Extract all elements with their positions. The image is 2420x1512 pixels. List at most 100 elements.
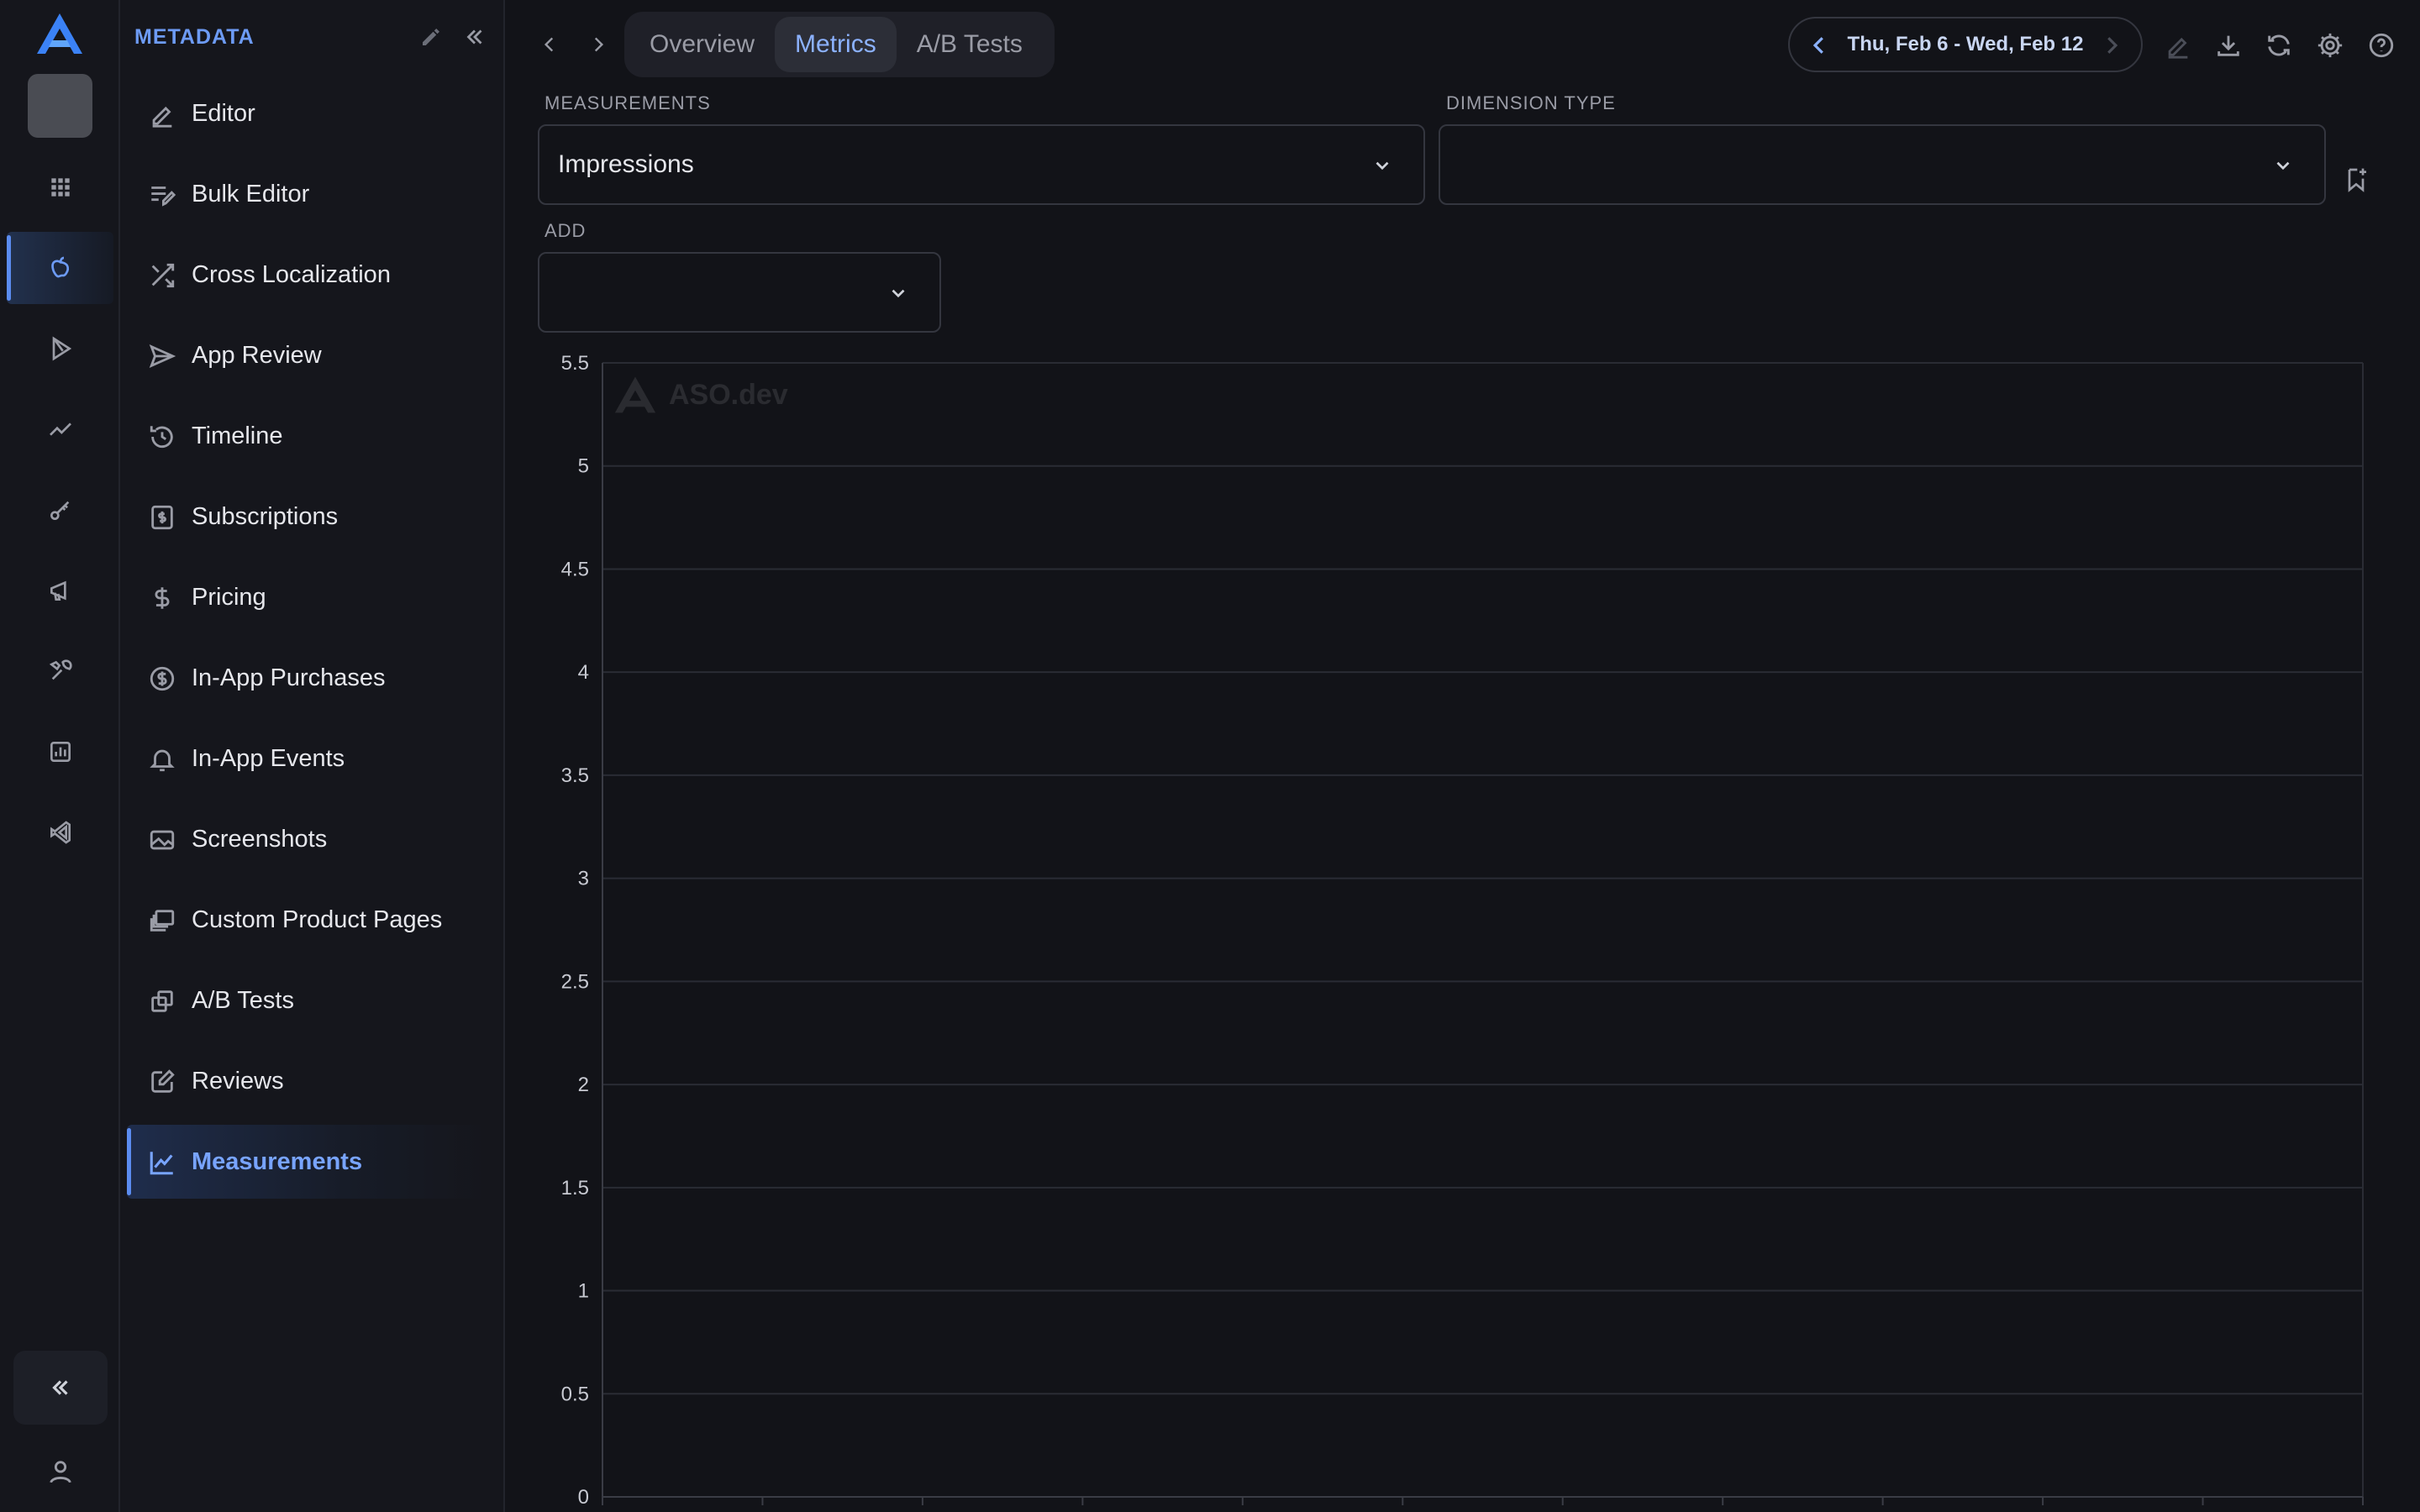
y-tick-label: 0.5 (561, 1383, 589, 1405)
apple-icon[interactable] (7, 232, 113, 304)
measurements-value: Impressions (558, 150, 694, 178)
receipt-dollar-icon (151, 505, 173, 530)
y-tick-label: 1 (578, 1280, 589, 1303)
user-icon[interactable] (34, 1448, 87, 1495)
download-icon[interactable] (2210, 27, 2247, 64)
grid-icon[interactable] (7, 151, 113, 223)
coin-icon (150, 666, 175, 691)
sidebar-item-in-app-events[interactable]: In-App Events (127, 722, 488, 795)
tools-icon[interactable] (7, 635, 113, 707)
app-avatar[interactable] (28, 74, 92, 138)
y-tick-label: 3 (578, 868, 589, 890)
sidebar-item-label: Custom Product Pages (192, 906, 443, 933)
sidebar-item-label: In-App Events (192, 745, 345, 772)
watermark: ASO.dev (612, 374, 788, 416)
sidebar-item-editor[interactable]: Editor (127, 76, 488, 150)
watermark-text: ASO.dev (669, 378, 788, 411)
sidebar-item-custom-product-pages[interactable]: Custom Product Pages (127, 883, 488, 957)
y-tick-label: 1.5 (561, 1177, 589, 1200)
sidebar-item-bulk-editor[interactable]: Bulk Editor (127, 157, 488, 231)
copy-icon (151, 990, 173, 1012)
double-chevron-left-icon (52, 1380, 68, 1395)
image-icon (150, 830, 175, 850)
megaphone-icon[interactable] (7, 554, 113, 627)
chevron-down-icon (1376, 161, 1389, 171)
sidebar-item-label: Timeline (192, 423, 283, 449)
sidebar-item-label: Screenshots (192, 826, 328, 853)
sidebar-item-label: Subscriptions (192, 503, 339, 530)
rail-collapse-button[interactable] (13, 1351, 108, 1425)
collapse-sidebar-icon[interactable] (456, 18, 493, 55)
pencil-icon (152, 106, 172, 128)
list-edit-icon (151, 186, 176, 207)
line-chart-icon (150, 1152, 173, 1175)
tab-bar: Overview Metrics A/B Tests (624, 12, 1055, 77)
history-icon (150, 426, 173, 449)
y-tick-label: 0 (578, 1486, 589, 1509)
sidebar-item-screenshots[interactable]: Screenshots (127, 802, 488, 876)
sidebar-item-label: App Review (192, 342, 322, 369)
measurements-chart: 0 0.5 1 1.5 2 2.5 3 3.5 4 4.5 5 5.5 (561, 353, 2364, 1509)
tab-metrics[interactable]: Metrics (775, 17, 897, 72)
icon-rail (0, 0, 120, 1512)
sidebar-item-label: Cross Localization (192, 261, 391, 288)
refresh-icon[interactable] (2260, 27, 2297, 64)
chevron-left-icon (544, 37, 554, 52)
chevron-down-icon (2276, 161, 2290, 171)
pencil-icon[interactable] (413, 18, 450, 55)
bookmark-add-icon[interactable] (2338, 161, 2375, 198)
sidebar-item-subscriptions[interactable]: Subscriptions (127, 480, 488, 554)
edit-note-icon (151, 1069, 175, 1093)
back-button[interactable] (531, 24, 568, 66)
sidebar-item-in-app-purchases[interactable]: In-App Purchases (127, 641, 488, 715)
tab-overview[interactable]: Overview (629, 17, 775, 72)
watermark-logo-icon (614, 376, 656, 413)
dimension-type-select[interactable] (1439, 124, 2326, 205)
y-tick-label: 3.5 (561, 764, 589, 787)
sidebar-item-cross-localization[interactable]: Cross Localization (127, 238, 488, 312)
trend-icon[interactable] (7, 393, 113, 465)
sidebar-item-measurements[interactable]: Measurements (127, 1125, 488, 1199)
add-select[interactable] (538, 252, 941, 333)
y-tick-label: 5.5 (561, 353, 589, 375)
edit-icon[interactable] (2160, 27, 2196, 64)
add-label: ADD (544, 220, 587, 241)
sidebar-item-label: Editor (192, 100, 255, 127)
sidebar-item-label: A/B Tests (192, 987, 294, 1014)
vscode-icon[interactable] (7, 796, 113, 869)
y-tick-label: 2 (578, 1074, 589, 1096)
bar-chart-icon[interactable] (7, 716, 113, 788)
y-tick-label: 4.5 (561, 558, 589, 580)
gear-icon[interactable] (2312, 27, 2349, 64)
chevron-right-icon[interactable] (2099, 33, 2124, 58)
app-logo-icon[interactable] (34, 10, 86, 57)
date-range-label: Thu, Feb 6 - Wed, Feb 12 (1847, 33, 2084, 55)
sidebar-title: METADATA (134, 24, 255, 49)
play-store-icon[interactable] (7, 312, 113, 385)
sidebar-item-ab-tests[interactable]: A/B Tests (127, 963, 488, 1037)
bell-icon (150, 749, 175, 772)
sidebar-item-label: Reviews (192, 1068, 284, 1095)
metadata-sidebar: METADATA Editor Bulk Editor Cross Locali… (120, 0, 505, 1512)
key-icon[interactable] (7, 474, 113, 546)
sidebar-header: METADATA (134, 18, 493, 55)
chevron-down-icon (892, 289, 905, 298)
shuffle-icon (151, 263, 175, 288)
sidebar-item-label: Bulk Editor (192, 181, 310, 207)
sidebar-item-label: Measurements (192, 1148, 363, 1175)
dimension-type-label: DIMENSION TYPE (1446, 92, 1616, 113)
sidebar-item-app-review[interactable]: App Review (127, 318, 488, 392)
date-range-picker[interactable]: Thu, Feb 6 - Wed, Feb 12 (1788, 17, 2143, 72)
tab-ab-tests[interactable]: A/B Tests (897, 17, 1043, 72)
sidebar-item-reviews[interactable]: Reviews (127, 1044, 488, 1118)
measurements-select[interactable]: Impressions (538, 124, 1425, 205)
sidebar-item-timeline[interactable]: Timeline (127, 399, 488, 473)
sidebar-item-pricing[interactable]: Pricing (127, 560, 488, 634)
y-tick-label: 5 (578, 455, 589, 478)
help-icon[interactable] (2363, 27, 2400, 64)
dollar-icon (155, 587, 170, 609)
forward-button[interactable] (580, 24, 617, 66)
y-tick-label: 2.5 (561, 970, 589, 993)
layers-icon (150, 910, 175, 932)
chevron-left-icon[interactable] (1807, 33, 1832, 58)
